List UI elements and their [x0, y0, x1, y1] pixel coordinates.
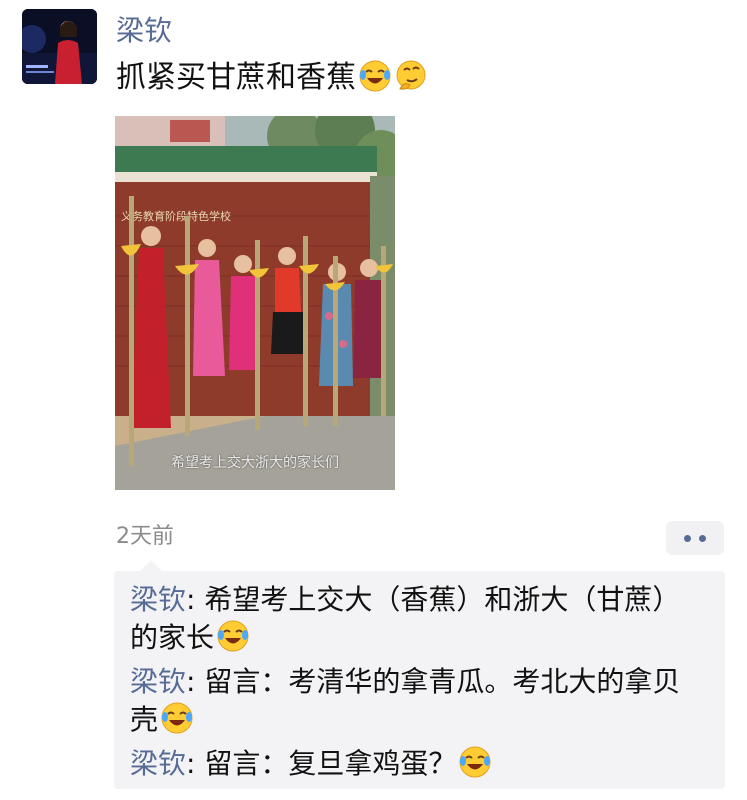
comment-item[interactable]: 梁钦: 希望考上交大（香蕉）和浙大（甘蔗）的家长 — [130, 581, 707, 657]
post-photo[interactable]: 义务教育阶段特色学校 希望考上交大浙大的家长们 — [115, 116, 395, 490]
comment-text: 留言：复旦拿鸡蛋？ — [204, 747, 457, 780]
post-text-content: 抓紧买甘蔗和香蕉 — [116, 60, 356, 95]
comment-text: 希望考上交大（香蕉）和浙大（甘蔗）的家长 — [130, 583, 681, 654]
comment-separator: : — [186, 583, 205, 616]
post-text: 抓紧买甘蔗和香蕉 — [116, 58, 428, 98]
laugh-cry-emoji-icon — [358, 59, 392, 93]
comment-author[interactable]: 梁钦 — [130, 583, 186, 616]
comment-separator: : — [186, 747, 205, 780]
avatar[interactable] — [22, 9, 97, 84]
comment-author[interactable]: 梁钦 — [130, 665, 186, 698]
comment-separator: : — [186, 665, 205, 698]
comment-item[interactable]: 梁钦: 留言：考清华的拿青瓜。考北大的拿贝壳 — [130, 663, 707, 739]
post-author[interactable]: 梁钦 — [116, 13, 172, 49]
more-dot-icon — [699, 535, 706, 542]
comments-caret — [140, 560, 162, 571]
comment-author[interactable]: 梁钦 — [130, 747, 186, 780]
more-dot-icon — [684, 535, 691, 542]
comment-item[interactable]: 梁钦: 留言：复旦拿鸡蛋？ — [130, 745, 707, 783]
comment-text: 留言：考清华的拿青瓜。考北大的拿贝壳 — [130, 665, 681, 736]
more-button[interactable] — [666, 521, 724, 555]
laugh-cry-emoji-icon — [216, 619, 250, 653]
photo-sign: 义务教育阶段特色学校 — [121, 209, 231, 223]
laugh-cry-emoji-icon — [458, 745, 492, 779]
comments-panel: 梁钦: 希望考上交大（香蕉）和浙大（甘蔗）的家长 梁钦: 留言：考清华的拿青瓜。… — [114, 571, 725, 789]
thinking-emoji-icon — [394, 59, 428, 93]
laugh-cry-emoji-icon — [160, 701, 194, 735]
photo-caption: 希望考上交大浙大的家长们 — [171, 455, 339, 471]
post-time: 2天前 — [116, 524, 174, 549]
